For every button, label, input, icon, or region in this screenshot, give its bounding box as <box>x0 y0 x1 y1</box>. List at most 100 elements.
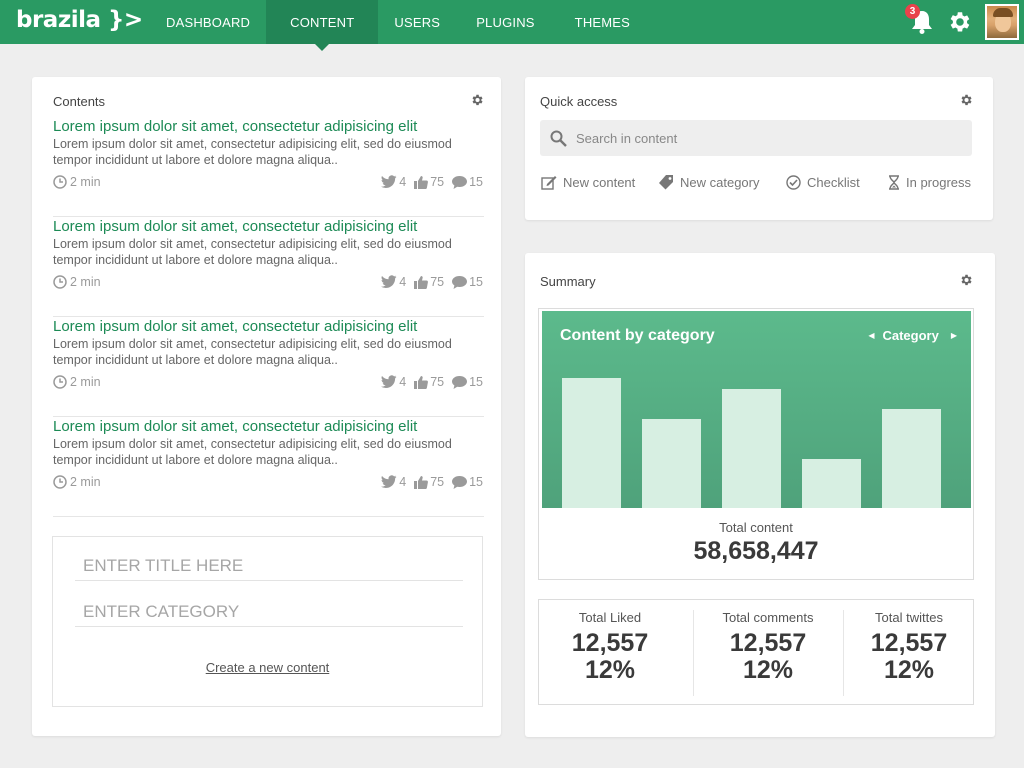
article-title[interactable]: Lorem ipsum dolor sit amet, consectetur … <box>53 217 484 236</box>
new-content-form: Create a new content <box>52 536 483 707</box>
comment-stat[interactable]: 15 <box>452 375 483 389</box>
next-category-arrow[interactable]: ▶ <box>951 331 957 340</box>
checklist-action[interactable]: Checklist <box>786 175 860 190</box>
chart-bar[interactable] <box>722 389 781 508</box>
nav-dashboard[interactable]: DASHBOARD <box>150 0 266 44</box>
clock-icon <box>53 175 67 189</box>
stat-total-liked: Total Liked 12,557 12% <box>539 600 681 704</box>
category-input[interactable] <box>75 597 463 627</box>
article-title[interactable]: Lorem ipsum dolor sit amet, consectetur … <box>53 317 484 336</box>
stat-value: 12,557 <box>571 629 649 657</box>
category-selector-label[interactable]: Category <box>882 328 938 343</box>
article-excerpt: Lorem ipsum dolor sit amet, consectetur … <box>53 237 452 267</box>
clock-icon <box>53 475 67 489</box>
article-excerpt: Lorem ipsum dolor sit amet, consectetur … <box>53 337 452 367</box>
stat-label: Total twittes <box>875 610 943 625</box>
in-progress-action[interactable]: In progress <box>888 175 971 190</box>
article-meta: 2 min 4 75 15 <box>53 475 483 491</box>
search-input[interactable] <box>576 120 966 156</box>
tweet-stat[interactable]: 4 <box>381 175 406 189</box>
article-title[interactable]: Lorem ipsum dolor sit amet, consectetur … <box>53 417 484 436</box>
brand-logo[interactable]: brazila }> <box>16 7 143 33</box>
time-text: 2 min <box>70 175 101 189</box>
comment-icon <box>452 475 468 489</box>
stat-percent: 12% <box>883 656 935 684</box>
hourglass-icon <box>889 175 899 190</box>
tweet-stat[interactable]: 4 <box>381 275 406 289</box>
chart-bar[interactable] <box>802 459 861 508</box>
stat-percent: 12% <box>584 656 636 684</box>
like-stat[interactable]: 75 <box>414 275 444 289</box>
summary-gear-icon[interactable] <box>959 273 973 287</box>
twitter-icon <box>381 275 397 289</box>
comment-stat[interactable]: 15 <box>452 475 483 489</box>
checklist-label: Checklist <box>807 175 860 190</box>
gear-icon[interactable] <box>946 9 972 35</box>
article-stats: 4 75 15 <box>373 375 483 389</box>
article-time: 2 min <box>53 275 101 289</box>
comment-count: 15 <box>469 375 483 389</box>
title-input[interactable] <box>75 551 463 581</box>
comment-icon <box>452 175 468 189</box>
article-stats: 4 75 15 <box>373 175 483 189</box>
chart-title: Content by category <box>560 327 715 344</box>
chart-bar[interactable] <box>642 419 701 508</box>
stat-value: 12,557 <box>729 629 807 657</box>
nav-plugins[interactable]: PLUGINS <box>456 0 558 44</box>
quick-access-gear-icon[interactable] <box>959 93 973 107</box>
like-stat[interactable]: 75 <box>414 375 444 389</box>
like-count: 75 <box>430 475 445 489</box>
stats-panel: Total Liked 12,557 12% Total comments 12… <box>538 599 974 705</box>
comment-stat[interactable]: 15 <box>452 275 483 289</box>
article-stats: 4 75 15 <box>373 475 483 489</box>
tweet-count: 4 <box>399 175 407 189</box>
tweet-stat[interactable]: 4 <box>381 475 406 489</box>
comment-stat[interactable]: 15 <box>452 175 483 189</box>
chart-bar[interactable] <box>882 409 941 508</box>
new-category-action[interactable]: New category <box>659 175 759 190</box>
check-circle-icon <box>786 175 801 190</box>
top-navbar: brazila }> DASHBOARD CONTENT USERS PLUGI… <box>0 0 1024 51</box>
like-stat[interactable]: 75 <box>414 175 444 189</box>
thumbs-up-icon <box>414 176 429 189</box>
clock-icon <box>53 375 67 389</box>
tweet-stat[interactable]: 4 <box>381 375 406 389</box>
article-item: Lorem ipsum dolor sit amet, consectetur … <box>53 317 484 417</box>
thumbs-up-icon <box>414 376 429 389</box>
article-title[interactable]: Lorem ipsum dolor sit amet, consectetur … <box>53 117 484 136</box>
stat-percent: 12% <box>742 656 794 684</box>
avatar-hair <box>993 8 1013 17</box>
article-time: 2 min <box>53 475 101 489</box>
nav-content[interactable]: CONTENT <box>266 0 379 51</box>
article-meta: 2 min 4 75 15 <box>53 175 483 191</box>
chart-bar[interactable] <box>562 378 621 508</box>
avatar[interactable] <box>985 4 1019 40</box>
comment-icon <box>452 275 468 289</box>
summary-title: Summary <box>540 274 596 289</box>
contents-gear-icon[interactable] <box>470 93 484 107</box>
search-box <box>540 120 972 156</box>
prev-category-arrow[interactable]: ◀ <box>868 331 874 340</box>
stat-total-twittes: Total twittes 12,557 12% <box>844 600 974 704</box>
stat-total-comments: Total comments 12,557 12% <box>694 600 842 704</box>
tag-icon <box>659 175 673 190</box>
article-list: Lorem ipsum dolor sit amet, consectetur … <box>53 117 484 517</box>
nav-themes[interactable]: THEMES <box>559 0 646 44</box>
like-count: 75 <box>430 275 445 289</box>
stat-label: Total comments <box>722 610 814 625</box>
article-item: Lorem ipsum dolor sit amet, consectetur … <box>53 117 484 217</box>
create-content-link[interactable]: Create a new content <box>53 660 482 675</box>
notification-badge: 3 <box>905 4 920 19</box>
main-nav: DASHBOARD CONTENT USERS PLUGINS THEMES <box>150 0 646 51</box>
twitter-icon <box>381 375 397 389</box>
comment-count: 15 <box>469 475 483 489</box>
twitter-icon <box>381 475 397 489</box>
nav-users[interactable]: USERS <box>378 0 456 44</box>
stat-label: Total Liked <box>578 610 642 625</box>
like-stat[interactable]: 75 <box>414 475 444 489</box>
twitter-icon <box>381 175 397 189</box>
time-text: 2 min <box>70 275 101 289</box>
time-text: 2 min <box>70 475 101 489</box>
new-content-action[interactable]: New content <box>541 175 635 190</box>
article-meta: 2 min 4 75 15 <box>53 375 483 391</box>
